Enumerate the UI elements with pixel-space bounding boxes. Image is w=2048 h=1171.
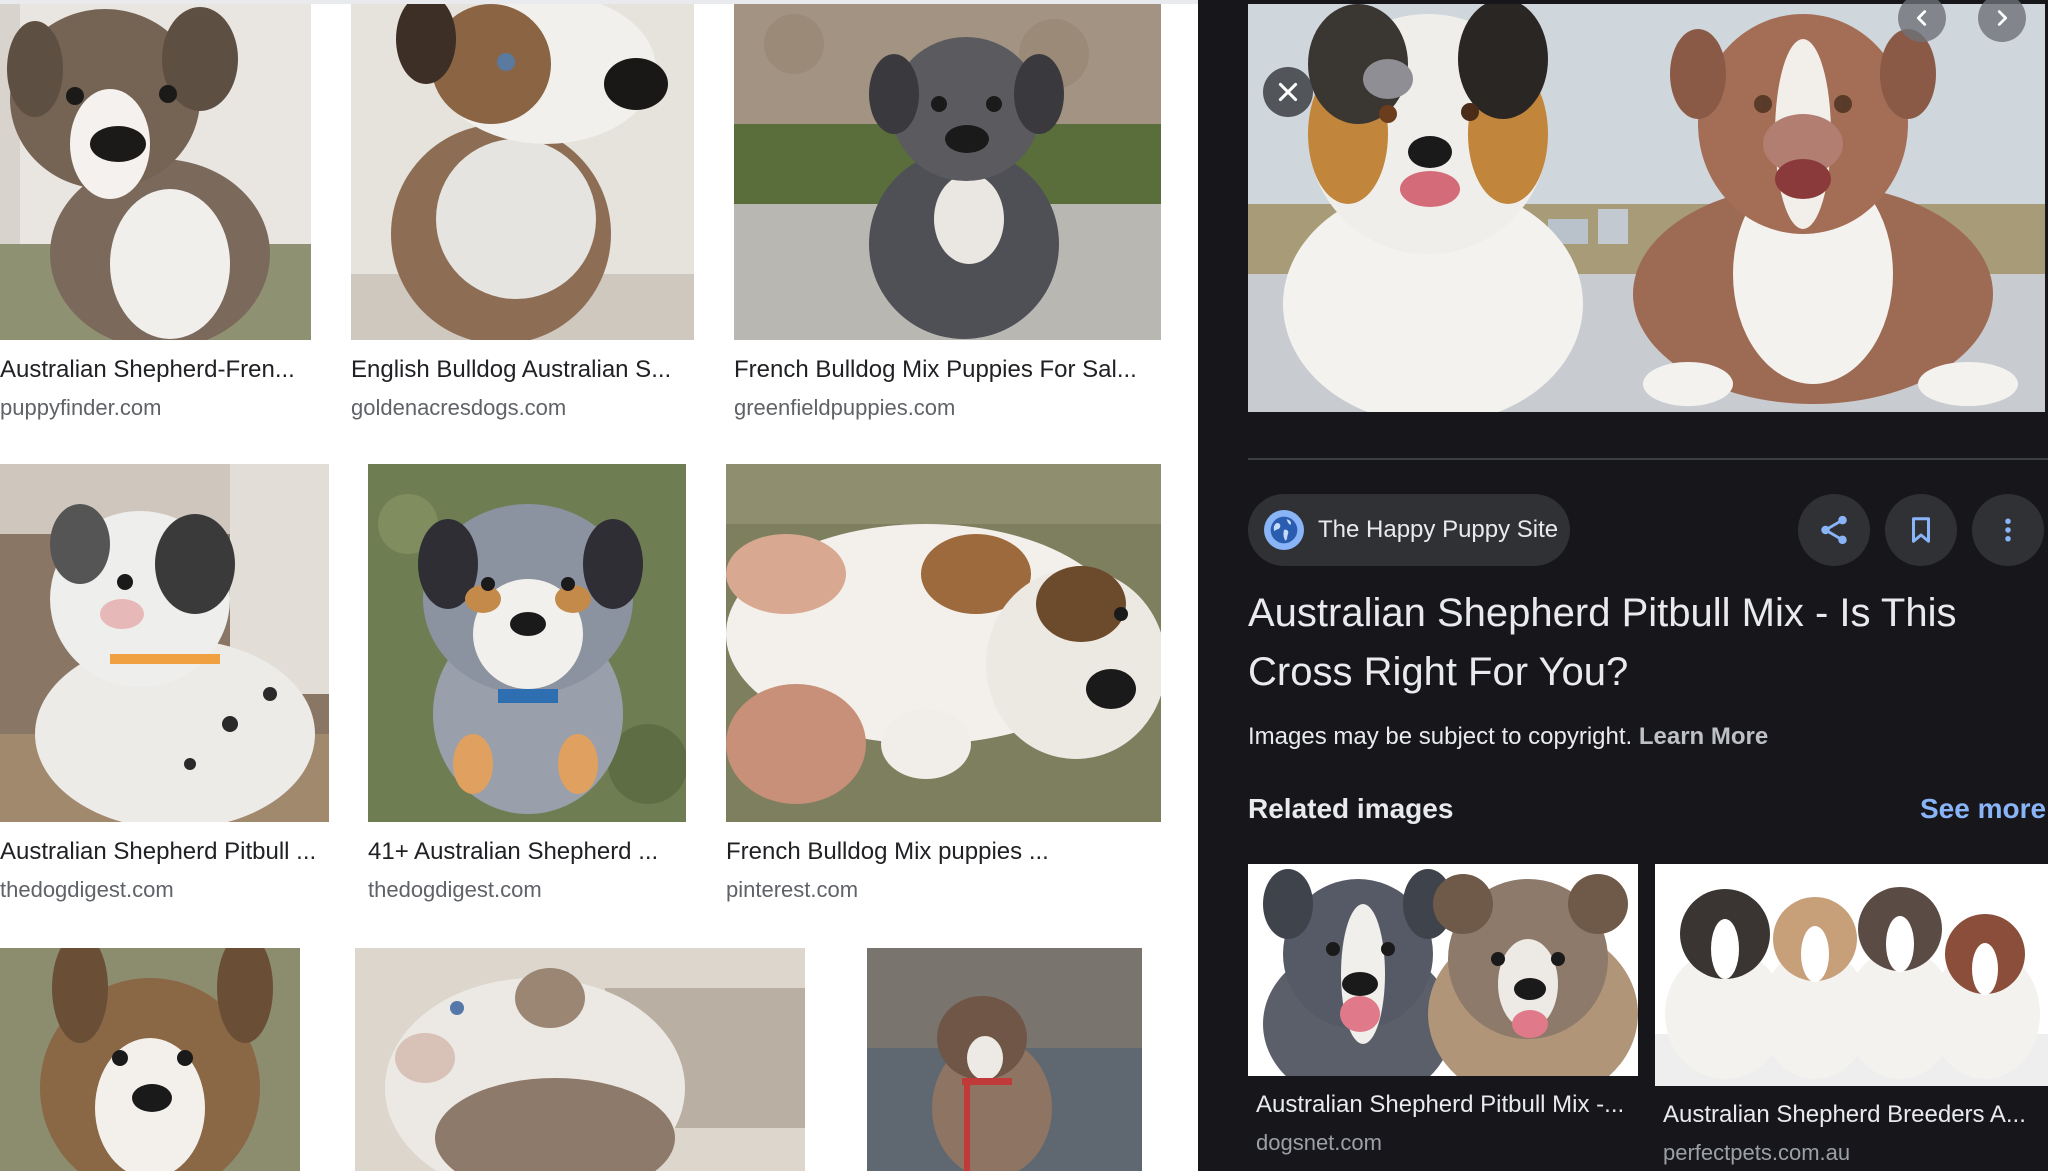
preview-image[interactable]: [1248, 4, 2045, 412]
related-image-card[interactable]: Australian Shepherd Pitbull Mix -... dog…: [1248, 864, 1638, 1171]
result-thumbnail[interactable]: [867, 948, 1142, 1171]
result-tile[interactable]: French Bulldog Mix Puppies For Sal... gr…: [734, 4, 1161, 424]
more-vert-icon: [1993, 515, 2023, 545]
result-tile[interactable]: 41+ Australian Shepherd ... thedogdigest…: [368, 464, 686, 904]
result-tile[interactable]: Australian Shepherd-Fren... puppyfinder.…: [0, 4, 311, 424]
related-image-caption[interactable]: Australian Shepherd Breeders A...: [1663, 1101, 2043, 1129]
related-image-thumbnail[interactable]: [1248, 864, 1638, 1076]
related-image-domain: perfectpets.com.au: [1663, 1140, 1851, 1165]
result-thumbnail[interactable]: [726, 464, 1161, 822]
result-caption[interactable]: French Bulldog Mix Puppies For Sal...: [734, 356, 1154, 384]
close-icon: [1275, 79, 1301, 105]
save-button[interactable]: [1885, 494, 1957, 566]
result-caption[interactable]: French Bulldog Mix puppies ...: [726, 838, 1146, 866]
learn-more-link[interactable]: Learn More: [1639, 723, 1768, 750]
result-caption[interactable]: 41+ Australian Shepherd ...: [368, 838, 678, 866]
result-domain: thedogdigest.com: [0, 877, 174, 902]
related-image-domain: dogsnet.com: [1256, 1130, 1382, 1155]
more-options-button[interactable]: [1972, 494, 2044, 566]
result-tile[interactable]: French Bulldog Mix puppies ... pinterest…: [726, 464, 1161, 904]
share-button[interactable]: [1798, 494, 1870, 566]
result-tile[interactable]: [867, 948, 1142, 1171]
bookmark-icon: [1906, 515, 1936, 545]
result-tile[interactable]: [355, 948, 805, 1171]
result-thumbnail[interactable]: [0, 948, 300, 1171]
image-title[interactable]: Australian Shepherd Pitbull Mix - Is Thi…: [1248, 584, 2038, 702]
result-domain: puppyfinder.com: [0, 395, 162, 420]
related-image-caption[interactable]: Australian Shepherd Pitbull Mix -...: [1256, 1091, 1636, 1119]
result-tile[interactable]: Australian Shepherd Pitbull ... thedogdi…: [0, 464, 329, 904]
result-domain: pinterest.com: [726, 877, 859, 902]
result-caption[interactable]: Australian Shepherd-Fren...: [0, 356, 300, 384]
result-thumbnail[interactable]: [734, 4, 1161, 340]
result-tile[interactable]: English Bulldog Australian S... goldenac…: [351, 4, 694, 424]
chevron-left-icon: [1911, 7, 1933, 29]
related-image-thumbnail[interactable]: [1655, 864, 2048, 1086]
result-caption[interactable]: Australian Shepherd Pitbull ...: [0, 838, 325, 866]
source-site-chip[interactable]: The Happy Puppy Site: [1248, 494, 1570, 566]
result-tile[interactable]: [0, 948, 300, 1171]
see-more-link[interactable]: See more: [1920, 793, 2046, 825]
result-thumbnail[interactable]: [351, 4, 694, 340]
related-image-card[interactable]: Australian Shepherd Breeders A... perfec…: [1655, 864, 2048, 1171]
copyright-text: Images may be subject to copyright.: [1248, 723, 1633, 750]
result-domain: thedogdigest.com: [368, 877, 542, 902]
source-site-name: The Happy Puppy Site: [1318, 516, 1559, 543]
result-domain: greenfieldpuppies.com: [734, 395, 956, 420]
result-thumbnail[interactable]: [368, 464, 686, 822]
share-icon: [1817, 513, 1851, 547]
result-domain: goldenacresdogs.com: [351, 395, 567, 420]
image-results-grid: Australian Shepherd-Fren... puppyfinder.…: [0, 0, 1198, 1171]
panel-divider: [1248, 458, 2048, 460]
chevron-right-icon: [1991, 7, 2013, 29]
close-button[interactable]: [1263, 67, 1313, 117]
result-caption[interactable]: English Bulldog Australian S...: [351, 356, 691, 384]
result-thumbnail[interactable]: [0, 4, 311, 340]
related-images-heading: Related images: [1248, 793, 1454, 824]
result-thumbnail[interactable]: [0, 464, 329, 822]
globe-icon: [1264, 510, 1304, 550]
copyright-notice: Images may be subject to copyright. Lear…: [1248, 723, 1768, 751]
image-detail-panel: The Happy Puppy Site Australian Shepherd…: [1198, 0, 2048, 1171]
result-thumbnail[interactable]: [355, 948, 805, 1171]
